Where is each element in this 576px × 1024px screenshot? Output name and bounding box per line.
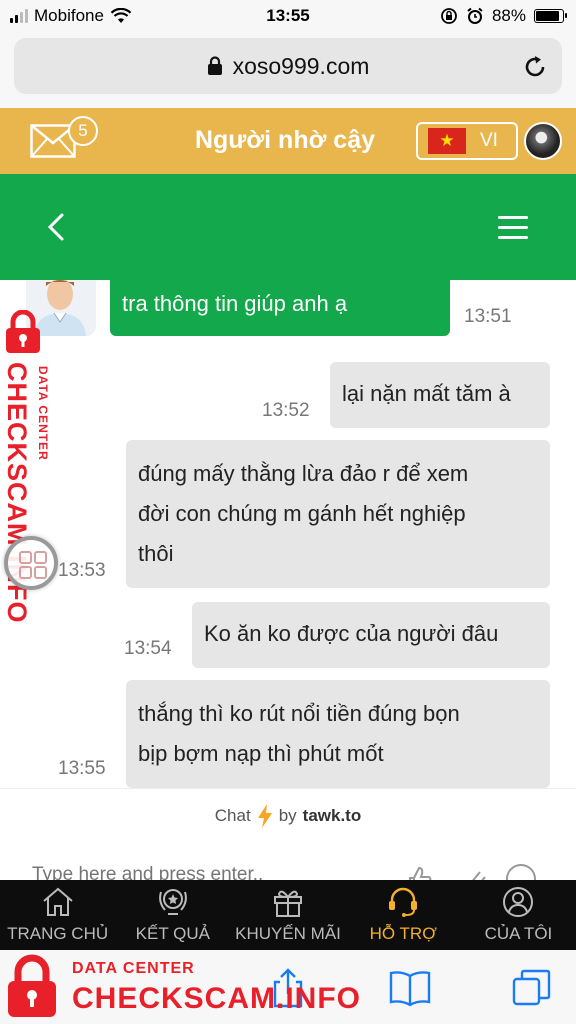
- nav-label: HỖ TRỢ: [369, 924, 437, 943]
- tabs-icon[interactable]: [510, 968, 554, 1008]
- visitor-message: lại nặn mất tăm à: [330, 362, 550, 428]
- mail-count-badge: 5: [68, 116, 98, 146]
- tawkto-branding[interactable]: Chat by tawk.to: [0, 788, 576, 842]
- message-line: thôi: [138, 541, 174, 566]
- watermark-brand: CHECKSCAM.INFO: [72, 982, 361, 1015]
- nav-label: TRANG CHỦ: [7, 924, 109, 943]
- headset-icon: [389, 887, 418, 917]
- branding-prefix: Chat: [214, 805, 251, 825]
- visitor-message: Ko ăn ko được của người đâu: [192, 602, 550, 668]
- padlock-icon: [8, 954, 56, 1017]
- assistive-touch-button[interactable]: [4, 536, 58, 590]
- message-text: Ko ăn ko được của người đâu: [204, 621, 499, 646]
- alarm-icon: [467, 7, 483, 24]
- bookmarks-icon[interactable]: [388, 968, 432, 1008]
- nav-item-account[interactable]: CỦA TÔI: [461, 880, 576, 950]
- reload-icon[interactable]: [522, 54, 548, 80]
- visitor-message: đúng mấy thằng lừa đảo r để xem đời con …: [126, 440, 550, 588]
- grid-icon: [19, 551, 47, 579]
- message-time: 13:52: [262, 400, 310, 421]
- message-line: thắng thì ko rút nổi tiền đúng bọn: [138, 701, 460, 726]
- attachment-icon[interactable]: [460, 864, 490, 880]
- battery-level: [536, 11, 559, 21]
- nav-label: CỦA TÔI: [484, 924, 553, 943]
- site-bottom-nav: TRANG CHỦ KẾT QUẢ KHUYẾN MÃI HỖ TRỢ CỦA …: [0, 880, 576, 950]
- status-bar: Mobifone 13:55 88%: [0, 0, 576, 34]
- message-line: đời con chúng m gánh hết nghiệp: [138, 501, 466, 526]
- agent-message: tra thông tin giúp anh ạ: [110, 280, 450, 336]
- watermark-tagline: DATA CENTER: [36, 366, 50, 461]
- site-header: 5 Người nhờ cậy ★ VI: [0, 108, 576, 174]
- message-input[interactable]: [32, 864, 392, 880]
- back-chevron-icon[interactable]: [44, 212, 70, 242]
- nav-item-promotions[interactable]: KHUYẾN MÃI: [230, 880, 345, 950]
- chat-message-list[interactable]: tra thông tin giúp anh ạ 13:51 lại nặn m…: [0, 280, 576, 788]
- status-right: 88%: [440, 6, 567, 26]
- vietnam-flag-icon: ★: [428, 128, 466, 154]
- message-time: 13:51: [464, 306, 512, 327]
- language-switcher[interactable]: ★ VI: [416, 122, 518, 160]
- orientation-lock-icon: [441, 8, 457, 24]
- trophy-icon: [158, 889, 187, 915]
- bottom-watermark: DATA CENTER CHECKSCAM.INFO: [0, 950, 360, 1024]
- nav-item-results[interactable]: KẾT QUẢ: [115, 880, 230, 950]
- message-line: bịp bợm nạp thì phút mốt: [138, 741, 384, 766]
- nav-item-support[interactable]: HỖ TRỢ: [346, 880, 461, 950]
- message-text: tra thông tin giúp anh ạ: [122, 291, 348, 316]
- nav-label: KẾT QUẢ: [135, 924, 210, 943]
- user-avatar[interactable]: [524, 122, 562, 160]
- chat-header: [0, 174, 576, 280]
- message-time: 13:55: [58, 758, 106, 779]
- language-code: VI: [480, 130, 498, 151]
- home-icon: [42, 887, 73, 916]
- branding-brand: tawk.to: [302, 805, 362, 825]
- browser-address-area: xoso999.com: [0, 34, 576, 108]
- nav-item-home[interactable]: TRANG CHỦ: [0, 880, 115, 950]
- message-time: 13:53: [58, 560, 106, 581]
- watermark-tagline: DATA CENTER: [72, 960, 195, 977]
- flag-star: ★: [439, 131, 455, 150]
- compose-area: [0, 842, 576, 880]
- screen: Mobifone 13:55 88% xoso999.com 5 Người n…: [0, 0, 576, 1024]
- gift-icon: [274, 890, 302, 917]
- address-bar[interactable]: xoso999.com: [14, 38, 562, 94]
- message-line: đúng mấy thằng lừa đảo r để xem: [138, 461, 469, 486]
- message-text: lại nặn mất tăm à: [342, 381, 511, 406]
- user-icon: [503, 887, 534, 917]
- padlock-icon: [6, 310, 40, 353]
- thumbs-up-icon[interactable]: [404, 864, 434, 880]
- site-title: Người nhờ cậy: [194, 126, 376, 154]
- bolt-icon: [257, 803, 272, 828]
- nav-label: KHUYẾN MÃI: [235, 924, 341, 943]
- menu-icon[interactable]: [498, 216, 528, 240]
- emoji-icon[interactable]: [506, 864, 536, 880]
- lock-icon: [207, 56, 222, 75]
- url-text: xoso999.com: [232, 52, 370, 79]
- battery-percent: 88%: [491, 6, 526, 25]
- visitor-message: thắng thì ko rút nổi tiền đúng bọn bịp b…: [126, 680, 550, 788]
- message-time: 13:54: [124, 638, 172, 659]
- branding-by: by: [278, 805, 297, 825]
- battery-icon: [534, 9, 567, 23]
